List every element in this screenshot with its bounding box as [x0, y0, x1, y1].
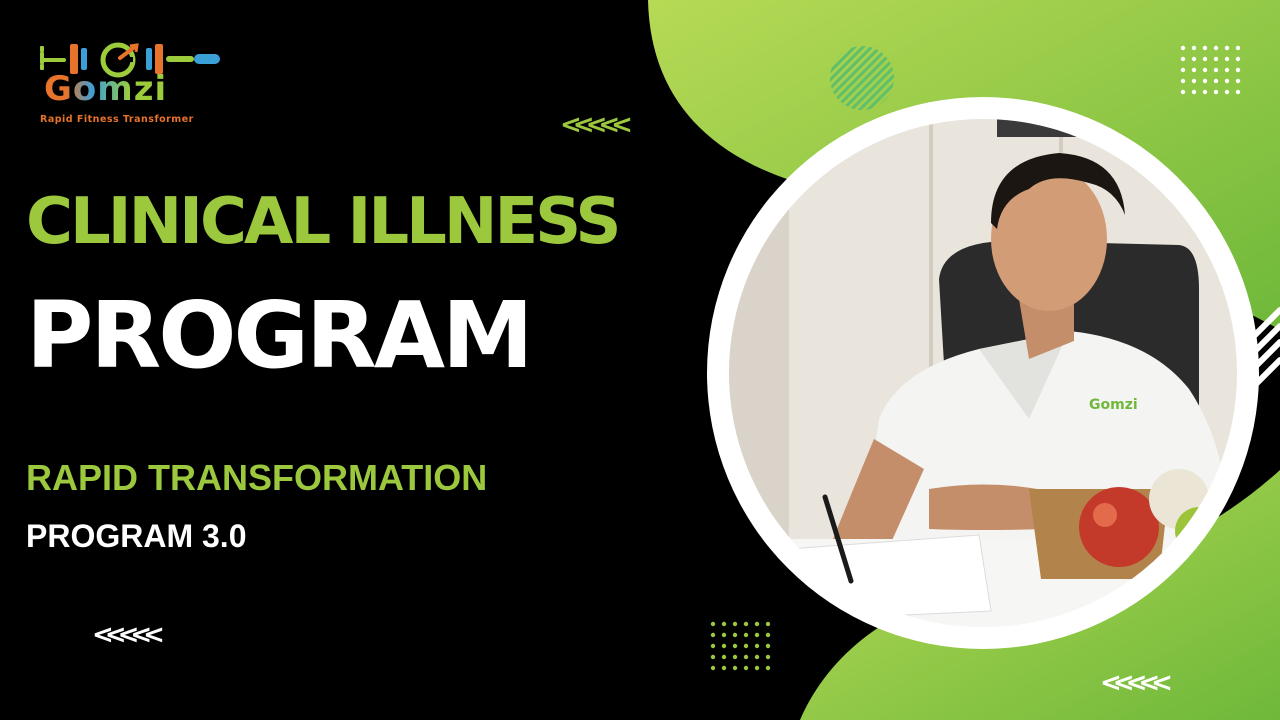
trainer-photo: Gomzi [729, 119, 1237, 627]
brand-name: Gomzi [44, 69, 168, 109]
shirt-logo: Gomzi [1089, 397, 1138, 413]
chevron-left-icon: <<<<< [92, 620, 165, 650]
subheadline-line2: PROGRAM 3.0 [26, 518, 247, 554]
chevron-left-icon: <<<<< [560, 110, 633, 140]
headline-line2: PROGRAM [26, 282, 534, 389]
brand-tagline: Rapid Fitness Transformer [40, 114, 194, 125]
headline-line1: CLINICAL ILLNESS [26, 185, 621, 259]
dot-grid-bottom [710, 621, 771, 671]
subheadline-line1: RAPID TRANSFORMATION [26, 457, 488, 498]
chevron-left-icon: <<<<< [1100, 668, 1173, 698]
striped-circle [830, 46, 894, 110]
